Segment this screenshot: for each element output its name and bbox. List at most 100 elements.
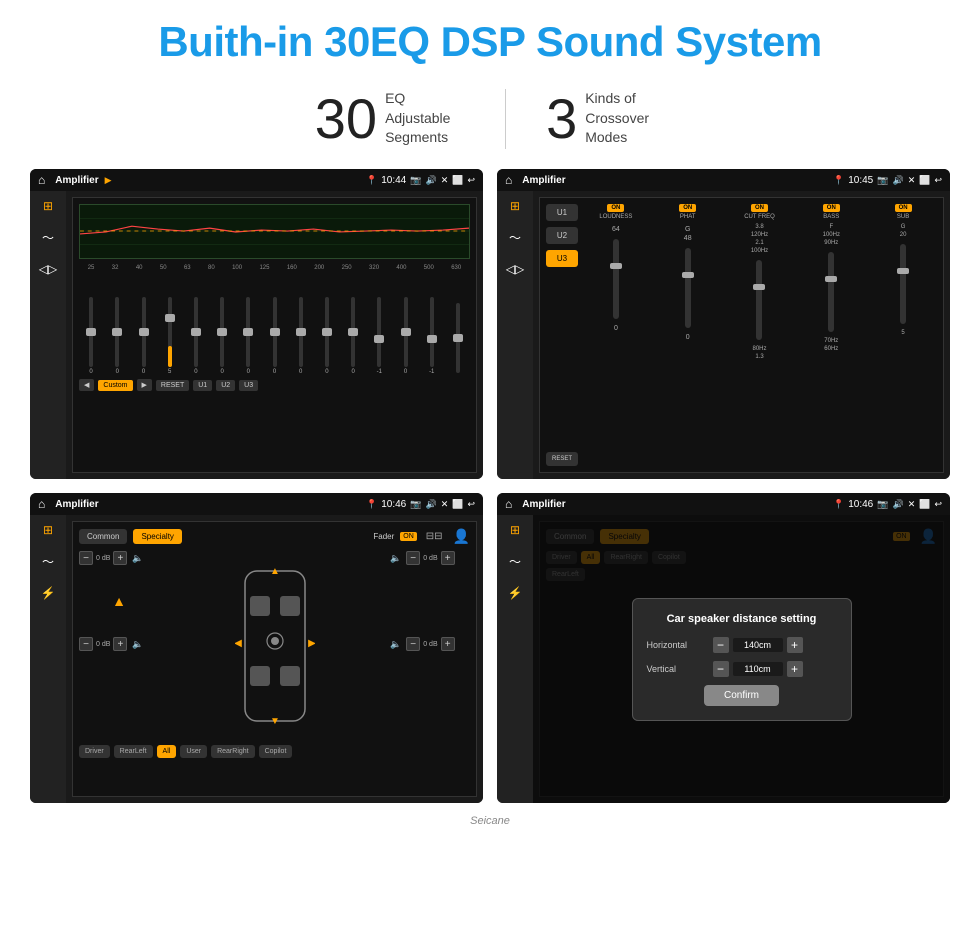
eq-custom-btn[interactable]: Custom xyxy=(98,380,132,391)
eq-u2-btn[interactable]: U2 xyxy=(216,380,235,391)
close-icon: ✕ xyxy=(441,175,449,186)
sub-slider[interactable] xyxy=(900,244,906,324)
fader-on-btn[interactable]: ON xyxy=(400,532,417,541)
dialog-vertical-minus[interactable]: − xyxy=(713,661,729,677)
eq-prev-btn[interactable]: ◀ xyxy=(79,379,94,391)
channel-sub: ON SUB G 20 5 xyxy=(869,204,937,466)
balance-location-icon: 📍 xyxy=(366,499,377,510)
crossover-u1-btn[interactable]: U1 xyxy=(546,204,578,221)
eq-slider-7[interactable]: 0 xyxy=(236,297,260,375)
dialog-horizontal-plus[interactable]: + xyxy=(787,637,803,653)
balance-right-vols: 🔈 − 0 dB + 🔈 − 0 dB + xyxy=(390,551,470,741)
speaker-left2-icon: 🔈 xyxy=(132,639,143,650)
balance-camera-icon: 📷 xyxy=(410,499,421,510)
vol-val-1: 0 dB xyxy=(96,555,110,562)
phat-slider[interactable] xyxy=(685,248,691,328)
crossover-title: Amplifier xyxy=(522,175,565,186)
svg-text:◀: ◀ xyxy=(235,638,242,649)
eq-graph-svg xyxy=(80,205,469,258)
bass-label: BASS xyxy=(823,214,839,220)
eq-slider-15[interactable] xyxy=(446,303,470,375)
stats-row: 30 EQ AdjustableSegments 3 Kinds ofCross… xyxy=(0,76,980,169)
dialog-horizontal-minus[interactable]: − xyxy=(713,637,729,653)
eq-slider-10[interactable]: 0 xyxy=(315,297,339,375)
dialog-vertical-plus[interactable]: + xyxy=(787,661,803,677)
dialog-horizontal-ctrl: − 140cm + xyxy=(713,637,803,653)
crossover-reset-btn[interactable]: RESET xyxy=(546,452,578,466)
cutfreq-on-btn[interactable]: ON xyxy=(751,204,768,212)
crossover-tune-icon: ⊞ xyxy=(510,199,520,213)
camera-icon: 📷 xyxy=(410,175,421,186)
eq-vol-icon: ◁▷ xyxy=(39,262,57,276)
bass-on-btn[interactable]: ON xyxy=(823,204,840,212)
balance-wave-icon: 〜 xyxy=(42,553,54,570)
balance-top: Common Specialty Fader ON ⊟⊟ 👤 xyxy=(79,528,470,545)
vol-val-4: 0 dB xyxy=(423,641,437,648)
eq-slider-9[interactable]: 0 xyxy=(289,297,313,375)
phat-on-btn[interactable]: ON xyxy=(679,204,696,212)
vol-plus-4[interactable]: + xyxy=(441,637,455,651)
dialog-close-icon: ✕ xyxy=(908,499,916,510)
crossover-panel: U1 U2 U3 RESET ON LOUDNESS 64 xyxy=(539,197,944,473)
sub-on-btn[interactable]: ON xyxy=(895,204,912,212)
user-btn[interactable]: User xyxy=(180,745,207,758)
dialog-screen-icon: ⬜ xyxy=(919,499,930,510)
eq-slider-11[interactable]: 0 xyxy=(341,297,365,375)
eq-next-btn[interactable]: ▶ xyxy=(137,379,152,391)
bass-slider[interactable] xyxy=(828,252,834,332)
eq-u3-btn[interactable]: U3 xyxy=(239,380,258,391)
eq-slider-4[interactable]: 5 xyxy=(158,297,182,375)
vol-row-4: 🔈 − 0 dB + xyxy=(390,637,470,651)
loudness-on-btn[interactable]: ON xyxy=(607,204,624,212)
driver-btn[interactable]: Driver xyxy=(79,745,110,758)
eq-slider-1[interactable]: 0 xyxy=(79,297,103,375)
eq-left-sidebar: ⊞ 〜 ◁▷ xyxy=(30,191,66,479)
car-arrow-right xyxy=(390,571,470,631)
eq-slider-13[interactable]: 0 xyxy=(393,297,417,375)
screenshots-grid: ⌂ Amplifier ▶ 📍 10:44 📷 🔊 ✕ ⬜ ↩ ⊞ 〜 ◁▷ xyxy=(0,169,980,813)
stat-eq-label: EQ AdjustableSegments xyxy=(385,89,465,148)
eq-u1-btn[interactable]: U1 xyxy=(193,380,212,391)
eq-controls: ◀ Custom ▶ RESET U1 U2 U3 xyxy=(79,379,470,391)
common-btn[interactable]: Common xyxy=(79,529,127,544)
dialog-vertical-row: Vertical − 110cm + xyxy=(647,661,837,677)
eq-reset-btn[interactable]: RESET xyxy=(156,380,189,391)
vol-minus-3[interactable]: − xyxy=(406,551,420,565)
balance-main-area: Common Specialty Fader ON ⊟⊟ 👤 − xyxy=(66,515,483,803)
bottom-btns: Driver RearLeft All User RearRight Copil… xyxy=(79,745,470,758)
eq-slider-6[interactable]: 0 xyxy=(210,297,234,375)
crossover-u3-btn[interactable]: U3 xyxy=(546,250,578,267)
vol-minus-1[interactable]: − xyxy=(79,551,93,565)
eq-slider-5[interactable]: 0 xyxy=(184,297,208,375)
cutfreq-slider[interactable] xyxy=(756,260,762,340)
balance-home-icon: ⌂ xyxy=(38,497,45,511)
vol-plus-1[interactable]: + xyxy=(113,551,127,565)
loudness-slider[interactable] xyxy=(613,239,619,319)
vol-minus-2[interactable]: − xyxy=(79,637,93,651)
eq-slider-12[interactable]: -1 xyxy=(367,297,391,375)
crossover-camera-icon: 📷 xyxy=(877,175,888,186)
eq-freq-labels: 2532 4050 6380 100125 160200 250320 4005… xyxy=(79,265,470,271)
vol-minus-4[interactable]: − xyxy=(406,637,420,651)
crossover-location-icon: 📍 xyxy=(833,175,844,186)
dialog-confirm-button[interactable]: Confirm xyxy=(704,685,779,706)
specialty-btn[interactable]: Specialty xyxy=(133,529,181,544)
all-btn[interactable]: All xyxy=(157,745,177,758)
copilot-btn[interactable]: Copilot xyxy=(259,745,293,758)
rearright-btn[interactable]: RearRight xyxy=(211,745,255,758)
eq-slider-3[interactable]: 0 xyxy=(131,297,155,375)
eq-slider-2[interactable]: 0 xyxy=(105,297,129,375)
vol-row-1: − 0 dB + 🔈 xyxy=(79,551,159,565)
crossover-main-area: U1 U2 U3 RESET ON LOUDNESS 64 xyxy=(533,191,950,479)
vol-plus-3[interactable]: + xyxy=(441,551,455,565)
crossover-u2-btn[interactable]: U2 xyxy=(546,227,578,244)
vol-plus-2[interactable]: + xyxy=(113,637,127,651)
distance-dialog: Car speaker distance setting Horizontal … xyxy=(632,598,852,721)
eq-slider-14[interactable]: -1 xyxy=(420,297,444,375)
rearleft-btn[interactable]: RearLeft xyxy=(114,745,153,758)
eq-play-icon: ▶ xyxy=(105,175,112,186)
dialog-home-icon: ⌂ xyxy=(505,497,512,511)
crossover-status-bar: ⌂ Amplifier 📍 10:45 📷 🔊 ✕ ⬜ ↩ xyxy=(497,169,950,191)
crossover-vol-icon: ◁▷ xyxy=(506,262,524,276)
eq-slider-8[interactable]: 0 xyxy=(262,297,286,375)
